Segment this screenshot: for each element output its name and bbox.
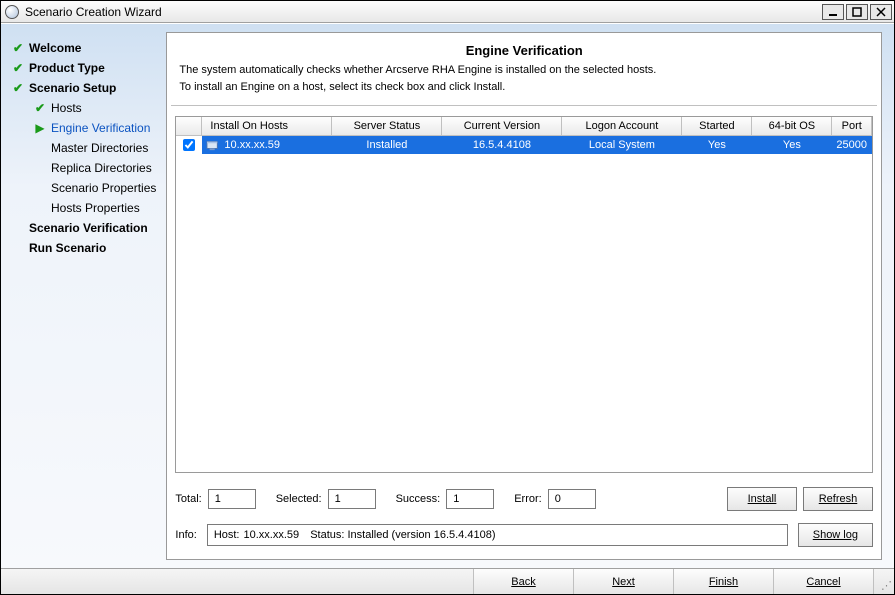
minimize-button[interactable] <box>822 4 844 20</box>
desc-line-2: To install an Engine on a host, select i… <box>179 81 505 93</box>
nav-scenario-verification[interactable]: Scenario Verification <box>11 218 160 238</box>
back-button[interactable]: Back <box>474 569 574 594</box>
main-panel: Engine Verification The system automatic… <box>166 32 882 560</box>
show-log-button[interactable]: Show log <box>798 523 873 547</box>
page-description: The system automatically checks whether … <box>167 62 881 105</box>
nav-scenario-setup[interactable]: ✔ Scenario Setup <box>11 78 160 98</box>
selected-label: Selected: <box>276 493 322 505</box>
next-button[interactable]: Next <box>574 569 674 594</box>
column-header-started[interactable]: Started <box>682 117 752 135</box>
info-status-text: Status: Installed (version 16.5.4.4108) <box>310 529 495 541</box>
check-icon: ✔ <box>11 81 25 95</box>
success-label: Success: <box>396 493 441 505</box>
info-row: Info: Host: 10.xx.xx.59 Status: Installe… <box>167 517 881 559</box>
column-header-version[interactable]: Current Version <box>442 117 562 135</box>
footer-filler <box>1 569 474 594</box>
page-title: Engine Verification <box>167 33 881 62</box>
cell-logon: Local System <box>562 139 682 151</box>
grid-body[interactable]: 10.xx.xx.59 Installed 16.5.4.4108 Local … <box>176 136 872 472</box>
window-root: Scenario Creation Wizard ✔ Welcome ✔ Produ… <box>0 0 895 595</box>
wizard-footer: Back Next Finish Cancel ⋰ <box>1 568 894 594</box>
column-header-logon[interactable]: Logon Account <box>562 117 682 135</box>
check-icon: ✔ <box>11 61 25 75</box>
table-row[interactable]: 10.xx.xx.59 Installed 16.5.4.4108 Local … <box>176 136 872 154</box>
error-value: 0 <box>548 489 596 509</box>
nav-label: Welcome <box>29 41 81 55</box>
total-label: Total: <box>175 493 201 505</box>
back-label: Back <box>511 576 535 588</box>
nav-product-type[interactable]: ✔ Product Type <box>11 58 160 78</box>
install-button[interactable]: Install <box>727 487 797 511</box>
close-button[interactable] <box>870 4 892 20</box>
nav-label: Engine Verification <box>51 121 150 135</box>
nav-welcome[interactable]: ✔ Welcome <box>11 38 160 58</box>
column-header-checkbox[interactable] <box>176 117 202 135</box>
cell-status: Installed <box>332 139 442 151</box>
cell-64bit: Yes <box>752 139 832 151</box>
nav-master-directories[interactable]: Master Directories <box>11 138 160 158</box>
total-value: 1 <box>208 489 256 509</box>
check-icon: ✔ <box>33 101 47 115</box>
nav-label: Product Type <box>29 61 105 75</box>
cell-version: 16.5.4.4108 <box>442 139 562 151</box>
nav-replica-directories[interactable]: Replica Directories <box>11 158 160 178</box>
cell-started: Yes <box>682 139 752 151</box>
titlebar: Scenario Creation Wizard <box>1 1 894 23</box>
nav-scenario-properties[interactable]: Scenario Properties <box>11 178 160 198</box>
maximize-button[interactable] <box>846 4 868 20</box>
nav-run-scenario[interactable]: Run Scenario <box>11 238 160 258</box>
desc-line-1: The system automatically checks whether … <box>179 64 656 76</box>
info-host-label: Host: <box>214 529 240 541</box>
nav-engine-verification[interactable]: ▶ Engine Verification <box>11 118 160 138</box>
nav-hosts-properties[interactable]: Hosts Properties <box>11 198 160 218</box>
row-checkbox[interactable] <box>183 139 195 151</box>
hosts-grid: Install On Hosts Server Status Current V… <box>175 116 873 473</box>
body-area: ✔ Welcome ✔ Product Type ✔ Scenario Setup ✔… <box>1 23 894 568</box>
nav-label: Hosts <box>51 101 82 115</box>
row-checkbox-cell <box>176 136 202 154</box>
current-step-icon: ▶ <box>33 121 47 135</box>
grid-header-row: Install On Hosts Server Status Current V… <box>176 117 872 136</box>
column-header-64bit[interactable]: 64-bit OS <box>752 117 832 135</box>
check-icon: ✔ <box>11 41 25 55</box>
nav-label: Run Scenario <box>29 241 106 255</box>
finish-label: Finish <box>709 576 738 588</box>
column-header-status[interactable]: Server Status <box>332 117 442 135</box>
resize-grip-icon[interactable]: ⋰ <box>874 569 894 594</box>
cell-host-text: 10.xx.xx.59 <box>224 139 280 151</box>
nav-hosts[interactable]: ✔ Hosts <box>11 98 160 118</box>
cancel-label: Cancel <box>806 576 840 588</box>
nav-label: Scenario Properties <box>51 181 156 195</box>
app-icon <box>5 5 19 19</box>
finish-button[interactable]: Finish <box>674 569 774 594</box>
info-box: Host: 10.xx.xx.59 Status: Installed (ver… <box>207 524 788 546</box>
next-label: Next <box>612 576 635 588</box>
nav-label: Hosts Properties <box>51 201 140 215</box>
server-icon <box>206 139 220 151</box>
cell-host: 10.xx.xx.59 <box>202 139 332 151</box>
column-header-host[interactable]: Install On Hosts <box>202 117 332 135</box>
success-value: 1 <box>446 489 494 509</box>
window-title: Scenario Creation Wizard <box>25 5 820 19</box>
nav-label: Master Directories <box>51 141 148 155</box>
error-label: Error: <box>514 493 542 505</box>
selected-value: 1 <box>328 489 376 509</box>
cell-port: 25000 <box>832 139 872 151</box>
divider <box>171 105 877 106</box>
wizard-nav: ✔ Welcome ✔ Product Type ✔ Scenario Setup ✔… <box>11 38 160 258</box>
counters-row: Total: 1 Selected: 1 Success: 1 Error: 0… <box>167 479 881 517</box>
nav-label: Replica Directories <box>51 161 152 175</box>
info-label: Info: <box>175 529 196 541</box>
nav-label: Scenario Verification <box>29 221 148 235</box>
info-host-value: 10.xx.xx.59 <box>244 529 300 541</box>
wizard-sidebar: ✔ Welcome ✔ Product Type ✔ Scenario Setup ✔… <box>1 24 164 568</box>
column-header-port[interactable]: Port <box>832 117 872 135</box>
cancel-button[interactable]: Cancel <box>774 569 874 594</box>
nav-label: Scenario Setup <box>29 81 116 95</box>
refresh-button[interactable]: Refresh <box>803 487 873 511</box>
